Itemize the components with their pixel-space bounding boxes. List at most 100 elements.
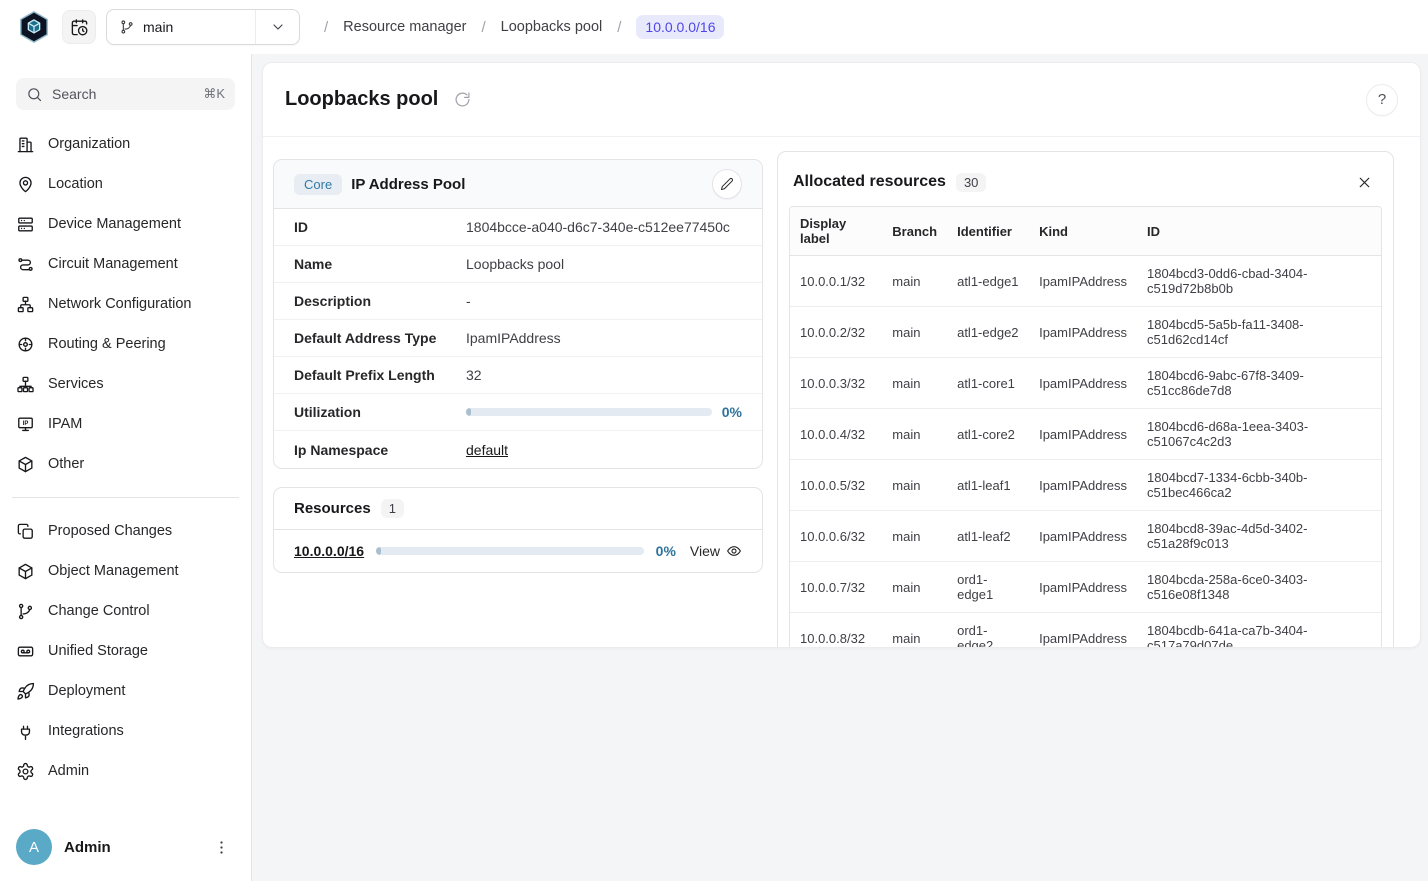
cell-kind: IpamIPAddress xyxy=(1029,460,1137,511)
ip-namespace-link[interactable]: default xyxy=(466,442,508,458)
sidebar-item-unified-storage[interactable]: Unified Storage xyxy=(0,631,251,671)
refresh-icon[interactable] xyxy=(448,86,476,114)
cell-identifier: atl1-leaf1 xyxy=(947,460,1029,511)
app-root: main / Resource manager / Loopbacks pool… xyxy=(0,0,1428,881)
cell-id: 1804bcdb-641a-ca7b-3404-c517a79d07de xyxy=(1137,613,1381,649)
resource-progress-bar xyxy=(376,547,644,555)
field-label: Description xyxy=(294,293,466,309)
cell-branch: main xyxy=(882,409,947,460)
help-button[interactable]: ? xyxy=(1366,84,1398,116)
branch-selector[interactable]: main xyxy=(106,9,300,45)
breadcrumb-separator: / xyxy=(324,19,328,36)
sidebar-item-routing-peering[interactable]: Routing & Peering xyxy=(0,324,251,364)
resource-prefix-link[interactable]: 10.0.0.0/16 xyxy=(294,543,364,559)
git-branch-icon xyxy=(16,602,35,621)
cell-display-label: 10.0.0.4/32 xyxy=(790,409,882,460)
storage-icon xyxy=(16,642,35,661)
rocket-icon xyxy=(16,682,35,701)
git-branch-icon xyxy=(119,19,135,35)
topbar: main / Resource manager / Loopbacks pool… xyxy=(0,0,1428,54)
cell-id: 1804bcd8-39ac-4d5d-3402-c51a28f9c013 xyxy=(1137,511,1381,562)
breadcrumb-separator: / xyxy=(482,19,486,36)
sidebar-item-location[interactable]: Location xyxy=(0,164,251,204)
user-row: A Admin xyxy=(0,815,251,881)
cell-branch: main xyxy=(882,613,947,649)
table-row[interactable]: 10.0.0.6/32mainatl1-leaf2IpamIPAddress18… xyxy=(790,511,1381,562)
sidebar-item-integrations[interactable]: Integrations xyxy=(0,711,251,751)
calendar-clock-icon[interactable] xyxy=(62,10,96,44)
search-shortcut: ⌘K xyxy=(203,86,225,102)
wheel-icon xyxy=(16,335,35,354)
sidebar-item-label: Object Management xyxy=(48,563,179,579)
field-value: - xyxy=(466,293,742,309)
table-row[interactable]: 10.0.0.5/32mainatl1-leaf1IpamIPAddress18… xyxy=(790,460,1381,511)
sidebar-item-ipam[interactable]: IP IPAM xyxy=(0,404,251,444)
map-pin-icon xyxy=(16,175,35,194)
cell-kind: IpamIPAddress xyxy=(1029,256,1137,307)
resources-card: Resources 1 10.0.0.0/16 0% View xyxy=(273,487,763,573)
close-icon[interactable] xyxy=(1350,168,1378,196)
branch-selector-caret[interactable] xyxy=(255,10,299,44)
sidebar-item-other[interactable]: Other xyxy=(0,444,251,484)
breadcrumb-current-prefix[interactable]: 10.0.0.0/16 xyxy=(636,15,724,39)
table-row[interactable]: 10.0.0.2/32mainatl1-edge2IpamIPAddress18… xyxy=(790,307,1381,358)
svg-text:IP: IP xyxy=(23,420,29,426)
breadcrumb-resource-manager[interactable]: Resource manager xyxy=(343,19,466,35)
utilization-progress-bar xyxy=(466,408,712,416)
table-row[interactable]: 10.0.0.7/32mainord1-edge1IpamIPAddress18… xyxy=(790,562,1381,613)
cell-display-label: 10.0.0.5/32 xyxy=(790,460,882,511)
sidebar-item-services[interactable]: Services xyxy=(0,364,251,404)
field-value: IpamIPAddress xyxy=(466,330,742,346)
avatar[interactable]: A xyxy=(16,829,52,865)
table-row[interactable]: 10.0.0.8/32mainord1-edge2IpamIPAddress18… xyxy=(790,613,1381,649)
breadcrumb-loopbacks-pool[interactable]: Loopbacks pool xyxy=(501,19,603,35)
cell-branch: main xyxy=(882,307,947,358)
cell-display-label: 10.0.0.6/32 xyxy=(790,511,882,562)
edit-button[interactable] xyxy=(712,169,742,199)
cell-display-label: 10.0.0.8/32 xyxy=(790,613,882,649)
cell-kind: IpamIPAddress xyxy=(1029,613,1137,649)
resource-percent: 0% xyxy=(656,543,676,559)
sidebar-item-label: Device Management xyxy=(48,216,181,232)
search-input[interactable]: Search ⌘K xyxy=(16,78,235,110)
field-row-utilization: Utilization 0% xyxy=(274,394,762,431)
sidebar-item-label: IPAM xyxy=(48,416,82,432)
cell-kind: IpamIPAddress xyxy=(1029,307,1137,358)
infrahub-logo-icon[interactable] xyxy=(16,9,52,45)
cell-id: 1804bcd3-0dd6-cbad-3404-c519d72b8b0b xyxy=(1137,256,1381,307)
field-label: ID xyxy=(294,219,466,235)
sidebar-primary-nav: Organization Location Device Management … xyxy=(0,124,251,484)
sidebar-item-proposed-changes[interactable]: Proposed Changes xyxy=(0,511,251,551)
kebab-menu-icon[interactable] xyxy=(207,833,235,861)
eye-icon xyxy=(726,543,742,559)
branch-selector-value: main xyxy=(107,10,255,44)
sidebar-item-change-control[interactable]: Change Control xyxy=(0,591,251,631)
building-icon xyxy=(16,135,35,154)
main-area: Loopbacks pool ? Core IP Address Pool xyxy=(252,54,1428,881)
field-value: 32 xyxy=(466,367,742,383)
table-row[interactable]: 10.0.0.4/32mainatl1-core2IpamIPAddress18… xyxy=(790,409,1381,460)
sidebar-item-organization[interactable]: Organization xyxy=(0,124,251,164)
sidebar-item-deployment[interactable]: Deployment xyxy=(0,671,251,711)
search-label: Search xyxy=(52,86,96,102)
sidebar-item-object-management[interactable]: Object Management xyxy=(0,551,251,591)
table-header-row: Display label Branch Identifier Kind ID xyxy=(790,207,1381,256)
cell-kind: IpamIPAddress xyxy=(1029,562,1137,613)
sidebar-item-admin[interactable]: Admin xyxy=(0,751,251,791)
resources-header: Resources 1 xyxy=(274,488,762,530)
field-label: Utilization xyxy=(294,404,466,420)
view-button[interactable]: View xyxy=(690,543,742,559)
chevron-down-icon xyxy=(270,19,286,35)
sidebar-item-label: Other xyxy=(48,456,84,472)
network-icon xyxy=(16,295,35,314)
search-icon xyxy=(26,86,43,103)
table-row[interactable]: 10.0.0.3/32mainatl1-core1IpamIPAddress18… xyxy=(790,358,1381,409)
view-label: View xyxy=(690,543,720,559)
sidebar-item-circuit-management[interactable]: Circuit Management xyxy=(0,244,251,284)
sidebar-item-device-management[interactable]: Device Management xyxy=(0,204,251,244)
sidebar-secondary-nav: Proposed Changes Object Management Chang… xyxy=(0,511,251,791)
table-row[interactable]: 10.0.0.1/32mainatl1-edge1IpamIPAddress18… xyxy=(790,256,1381,307)
cell-branch: main xyxy=(882,256,947,307)
sidebar-item-network-configuration[interactable]: Network Configuration xyxy=(0,284,251,324)
cell-branch: main xyxy=(882,511,947,562)
